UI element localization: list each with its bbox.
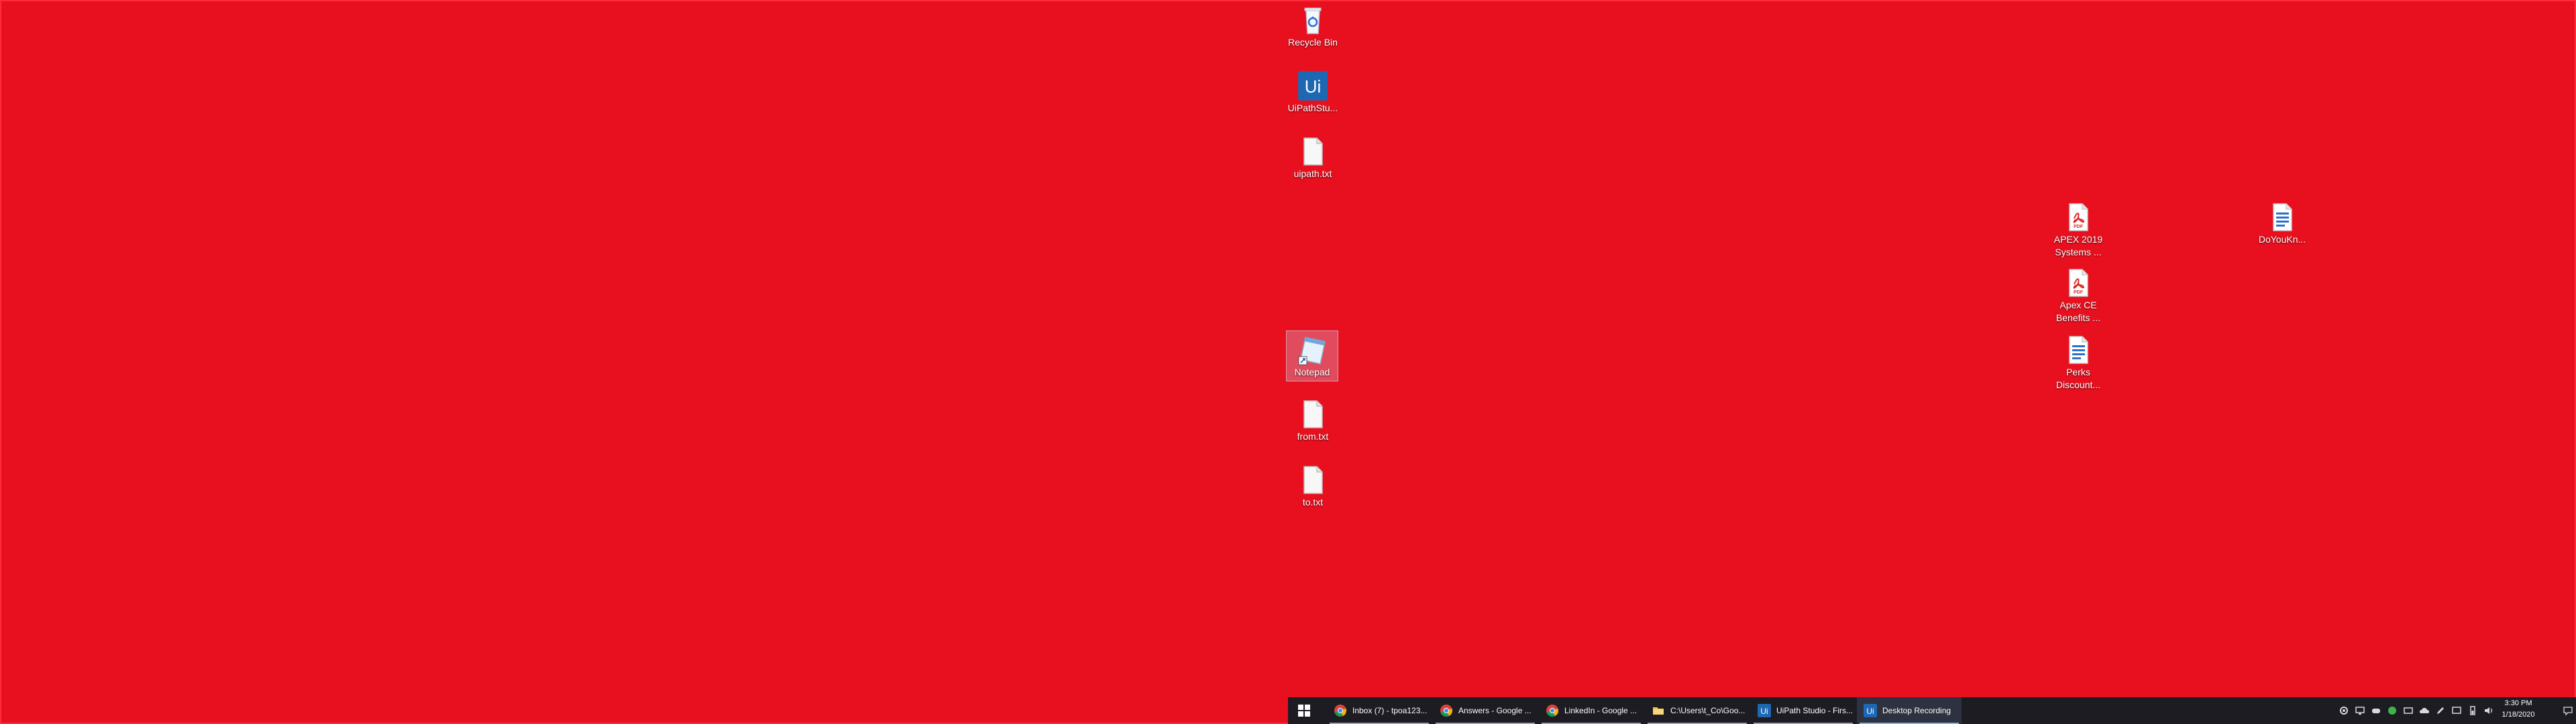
desktop-icon-label: Recycle Bin [1288,37,1338,48]
desktop-icon-label: DoYouKn... [2258,234,2306,245]
taskbar-item-label: Inbox (7) - tpoa123... [1352,706,1428,715]
taskbar-item-uipath-studio[interactable]: Ui UiPath Studio - Firs... [1751,697,1856,724]
text-file-icon [1303,400,1323,428]
taskbar-clock[interactable]: 3:30 PM 1/18/2020 [2491,698,2545,723]
notepad-shortcut-icon [1298,337,1326,365]
chrome-icon [1546,705,1558,717]
svg-text:PDF: PDF [2074,225,2084,229]
svg-text:PDF: PDF [2074,290,2084,295]
taskbar-item-file-explorer[interactable]: C:\Users\t_Co\Goo... [1645,697,1750,724]
taskbar-item-label: Answers - Google ... [1458,706,1532,715]
desktop-icon-label: Notepad [1294,367,1330,377]
desktop-icon-from-txt[interactable]: from.txt [1285,396,1341,443]
clock-date: 1/18/2020 [2502,711,2535,719]
taskbar-item-label: UiPath Studio - Firs... [1776,706,1854,715]
taskbar-item-linkedin[interactable]: LinkedIn - Google ... [1539,697,1644,724]
desktop-icon-recycle-bin[interactable]: Recycle Bin [1285,1,1341,49]
desktop-icon-perks-discount[interactable]: Perks Discount... [2050,331,2106,391]
desktop-icon-apex-2019-pdf[interactable]: PDF APEX 2019 Systems ... [2050,198,2106,259]
gear-icon[interactable] [2339,705,2349,716]
windows-start-icon [1298,705,1310,717]
desktop-background[interactable]: Recycle Bin Ui UiPathStu... uipath.txt N… [0,0,2576,724]
desktop-icon-label: UiPathStu... [1287,103,1338,113]
desktop-icon-uipath-txt[interactable]: uipath.txt [1285,133,1341,180]
taskbar-item-label: LinkedIn - Google ... [1564,706,1638,715]
pen-icon[interactable] [2435,705,2446,716]
file-explorer-icon [1653,707,1664,715]
taskbar-item-inbox[interactable]: Inbox (7) - tpoa123... [1327,697,1432,724]
text-file-icon [1303,137,1323,166]
clock-time: 3:30 PM [2504,699,2532,707]
controller-icon[interactable] [2371,705,2381,716]
display-icon[interactable] [2451,705,2462,716]
monitor-icon[interactable] [2355,705,2365,716]
desktop-icon-notepad[interactable]: Notepad [1286,330,1338,381]
desktop-icon-label: Apex CE Benefits ... [2055,300,2101,323]
uipath-studio-icon: Ui [1864,704,1877,717]
desktop-icon-label: APEX 2019 Systems ... [2053,234,2103,257]
desktop-icon-label: uipath.txt [1293,168,1332,179]
taskbar-item-desktop-recording[interactable]: Ui Desktop Recording [1857,697,1962,724]
desktop-icon-apex-ce-pdf[interactable]: PDF Apex CE Benefits ... [2050,264,2106,324]
pdf-file-icon: PDF [2069,269,2088,297]
text-file-icon [1303,466,1323,494]
uipath-studio-icon: Ui [1298,71,1328,101]
action-center-icon [2563,707,2573,716]
desktop-icon-doyoukn[interactable]: DoYouKn... [2254,198,2310,246]
desktop-icon-label: from.txt [1297,431,1329,442]
taskbar-item-label: Desktop Recording [1882,706,1951,715]
word-document-icon [2069,336,2088,364]
network-icon[interactable] [2403,705,2414,716]
desktop-icon-label: to.txt [1302,497,1324,507]
taskbar-item-label: C:\Users\t_Co\Goo... [1670,706,1746,715]
cloud-icon[interactable] [2419,705,2430,716]
start-button[interactable] [1288,697,1320,724]
taskbar-item-answers[interactable]: Answers - Google ... [1433,697,1538,724]
pdf-file-icon: PDF [2069,203,2088,231]
taskbar: Inbox (7) - tpoa123... Answers - Google … [1288,697,2576,724]
chrome-icon [1440,705,1452,717]
recycle-bin-icon [1304,7,1322,34]
svg-text:Ui: Ui [1866,707,1874,716]
svg-text:Ui: Ui [1305,76,1322,97]
svg-text:Ui: Ui [1760,707,1768,716]
desktop-icon-label: Perks Discount... [2055,367,2101,390]
action-center-button[interactable] [2560,697,2576,724]
desktop-icon-to-txt[interactable]: to.txt [1285,461,1341,509]
system-tray [2336,697,2497,724]
battery-icon[interactable] [2467,705,2478,716]
chrome-icon [1334,705,1346,717]
uipath-studio-icon: Ui [1758,704,1771,717]
chat-icon[interactable] [2387,705,2398,716]
word-document-icon [2273,203,2292,231]
desktop-icon-uipath-studio[interactable]: Ui UiPathStu... [1285,67,1341,115]
